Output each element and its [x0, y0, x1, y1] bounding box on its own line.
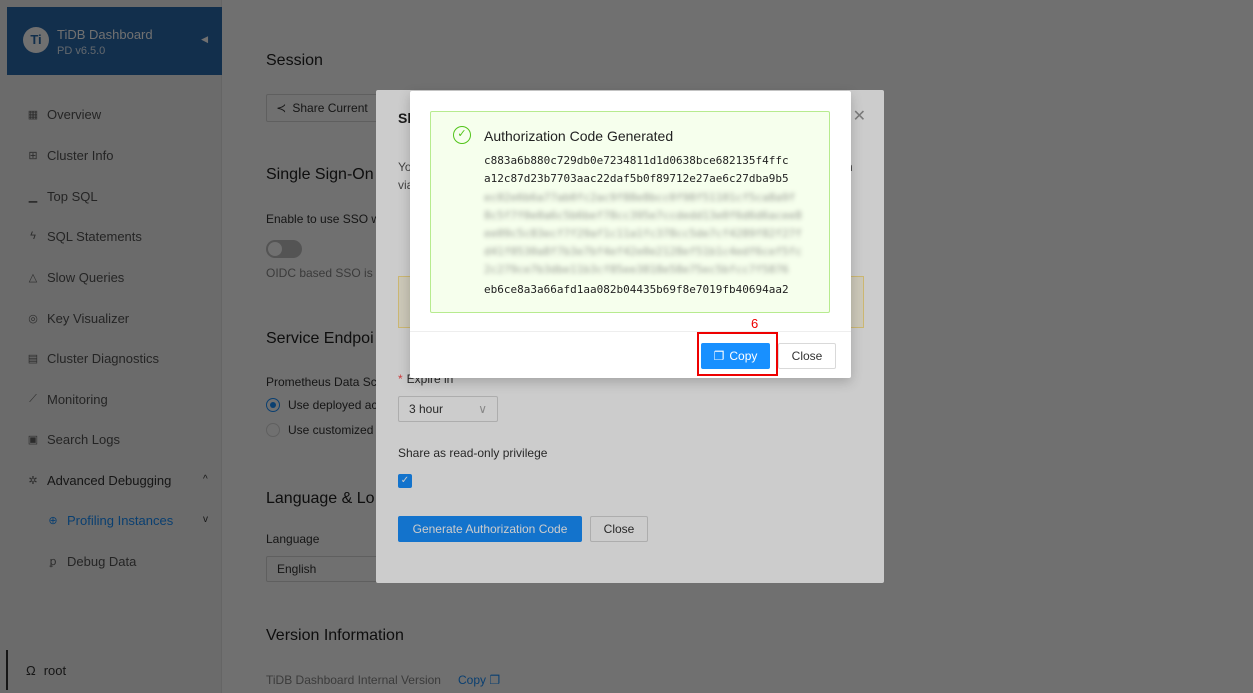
modal-footer-divider: [410, 331, 851, 332]
code-line-redacted: 8c5f7f0e0a6c5b6bef78cc395e7ccdedd13e0f6d…: [484, 209, 802, 222]
code-line: eb6ce8a3a66afd1aa082b04435b69f8e7019fb40…: [484, 283, 789, 296]
code-line-redacted: 2c279ce7b3dbe11b3cf85ee3818e58e75ec5bfcc…: [484, 263, 789, 276]
code-line-redacted: ec02e6b6a77ab0fc2ac9f88e8bcc0f98f51101cf…: [484, 191, 796, 204]
code-line-redacted: ee09c5c83ecf7f29af1c11a1fc378cc5de7cf428…: [484, 227, 802, 240]
check-circle-icon: ✓: [453, 126, 471, 144]
code-line-redacted: d41f0530a8f7b3e7bf4ef42e0e2128ef51b1c4ed…: [484, 245, 802, 258]
code-line: a12c87d23b7703aac22daf5b0f89712e27ae6c27…: [484, 172, 789, 185]
code-line: c883a6b880c729db0e7234811d1d0638bce68213…: [484, 154, 789, 167]
auth-code-title: Authorization Code Generated: [484, 128, 674, 144]
auth-close-button[interactable]: Close: [778, 343, 836, 369]
annotation-highlight-box: [697, 332, 778, 376]
annotation-number: 6: [751, 316, 759, 331]
auth-code-modal: ✓ Authorization Code Generated c883a6b88…: [410, 91, 851, 378]
auth-code-alert: ✓ Authorization Code Generated c883a6b88…: [430, 111, 830, 313]
